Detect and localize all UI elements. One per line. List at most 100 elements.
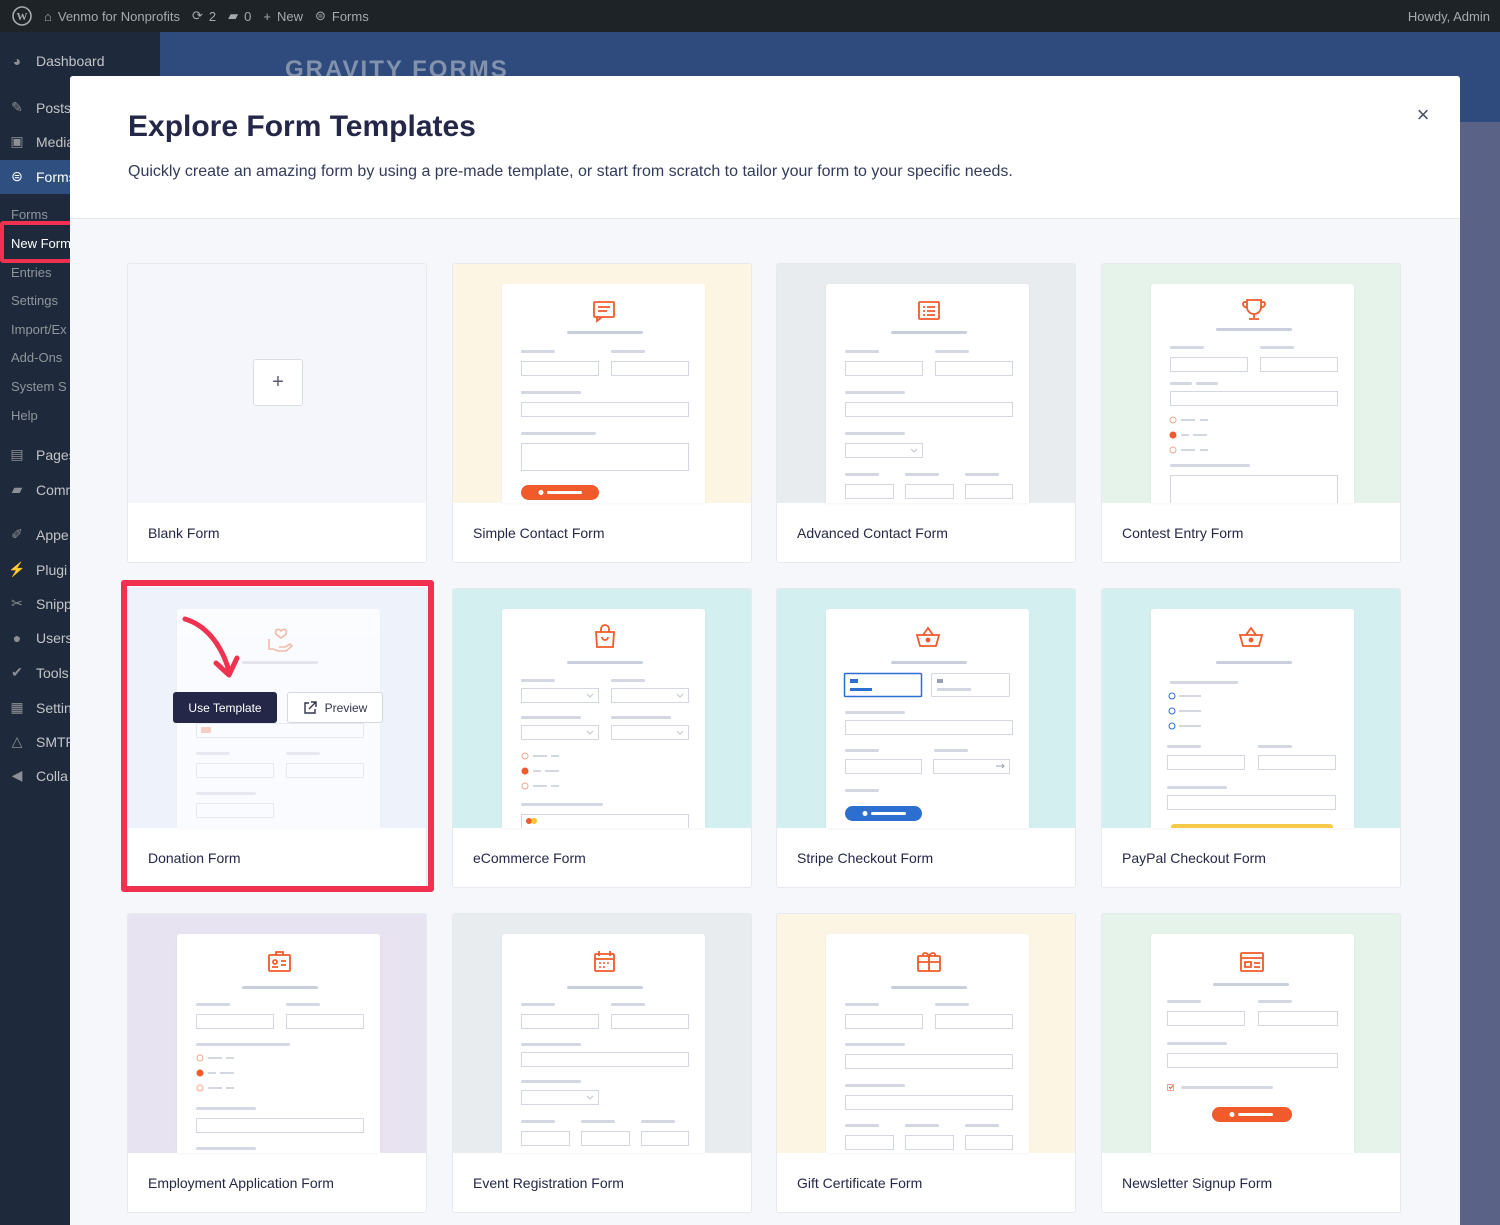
- howdy-user[interactable]: Howdy, Admin: [1408, 9, 1490, 24]
- submenu-settings[interactable]: Settings: [11, 293, 58, 308]
- template-card-event-registration[interactable]: Event Registration Form: [452, 913, 752, 1213]
- template-card-gift-certificate[interactable]: Gift Certificate Form: [776, 913, 1076, 1213]
- form-preview-sheet: [1151, 934, 1354, 1153]
- smtp-icon: △: [11, 733, 23, 749]
- submenu-entries[interactable]: Entries: [11, 265, 51, 280]
- new-label: New: [276, 8, 303, 24]
- sidebar-item-settings[interactable]: ▦ Settin: [8, 699, 71, 716]
- new-content-link[interactable]: + New: [263, 9, 303, 24]
- updates-link[interactable]: ⟳ 2: [192, 8, 216, 24]
- submenu-system-status[interactable]: System S: [11, 379, 67, 394]
- template-thumb: [1102, 264, 1400, 503]
- template-name: Gift Certificate Form: [797, 1175, 923, 1191]
- site-name: Venmo for Nonprofits: [57, 8, 180, 24]
- basket-icon: [915, 626, 941, 647]
- template-card-ecommerce[interactable]: eCommerce Form: [452, 588, 752, 888]
- basket-icon: [1238, 626, 1264, 647]
- form-preview-sheet: [1151, 284, 1354, 503]
- form-preview-sheet: [502, 609, 705, 828]
- use-template-button[interactable]: Use Template: [173, 692, 277, 723]
- comment-icon: ▰: [228, 8, 239, 23]
- form-preview-sheet: [826, 934, 1029, 1153]
- plus-icon[interactable]: +: [253, 359, 303, 406]
- sidebar-item-forms[interactable]: ⊜ Forms: [8, 168, 76, 185]
- media-icon: ▣: [10, 133, 24, 149]
- template-name: PayPal Checkout Form: [1122, 850, 1266, 866]
- template-name: eCommerce Form: [473, 850, 586, 866]
- preview-label: Preview: [324, 700, 368, 715]
- template-name: Contest Entry Form: [1122, 525, 1244, 541]
- template-card-paypal-checkout[interactable]: PayPal Checkout Form: [1101, 588, 1401, 888]
- gravity-forms-icon: ⊜: [11, 168, 23, 184]
- template-name: Event Registration Form: [473, 1175, 624, 1191]
- comments-count: 0: [244, 8, 252, 24]
- template-thumb: [777, 589, 1075, 828]
- template-thumb: [777, 264, 1075, 503]
- template-card-blank[interactable]: + Blank Form: [127, 263, 427, 563]
- modal-header: Explore Form Templates Quickly create an…: [70, 76, 1460, 219]
- template-name: Advanced Contact Form: [797, 525, 948, 541]
- sidebar-item-media[interactable]: ▣ Media: [8, 133, 74, 150]
- form-preview-sheet: [177, 934, 380, 1153]
- pages-icon: ▤: [10, 446, 24, 462]
- template-thumb: +: [128, 264, 426, 503]
- comments-link[interactable]: ▰ 0: [228, 8, 251, 24]
- sidebar-item-comments[interactable]: ▰ Comm: [8, 481, 78, 498]
- external-link-icon: [303, 700, 317, 714]
- template-thumb: [453, 589, 751, 828]
- template-card-employment[interactable]: Employment Application Form: [127, 913, 427, 1213]
- plus-icon: +: [263, 8, 271, 24]
- refresh-icon: ⟳: [191, 8, 203, 23]
- calendar-icon: [594, 951, 615, 972]
- sidebar-item-tools[interactable]: ✔ Tools: [8, 664, 69, 681]
- sidebar-item-smtp[interactable]: △ SMTP: [8, 733, 75, 750]
- submenu-import-export[interactable]: Import/Ex: [11, 322, 67, 337]
- form-preview-sheet: [826, 284, 1029, 503]
- template-card-stripe-checkout[interactable]: Stripe Checkout Form: [776, 588, 1076, 888]
- template-name: Employment Application Form: [148, 1175, 334, 1191]
- scissors-icon: ✂: [11, 595, 23, 611]
- collapse-icon: ◀: [11, 767, 23, 783]
- template-card-newsletter-signup[interactable]: Newsletter Signup Form: [1101, 913, 1401, 1213]
- sidebar-item-dashboard[interactable]: ◕ Dashboard: [8, 53, 105, 69]
- submenu-add-ons[interactable]: Add-Ons: [11, 350, 62, 365]
- forms-link[interactable]: ⊜ Forms: [315, 8, 369, 24]
- sidebar-item-snippets[interactable]: ✂ Snipp: [8, 595, 72, 612]
- wrench-icon: ✔: [11, 664, 23, 680]
- wordpress-logo-icon[interactable]: W: [12, 6, 32, 26]
- comment-icon: ▰: [11, 481, 23, 497]
- shopping-bag-icon: [595, 624, 615, 648]
- sidebar-item-posts[interactable]: ✎ Posts: [8, 99, 71, 116]
- brush-icon: ✐: [11, 526, 23, 542]
- sidebar-item-users[interactable]: ● Users: [8, 630, 73, 646]
- template-card-simple-contact[interactable]: Simple Contact Form: [452, 263, 752, 563]
- form-preview-sheet: [502, 284, 705, 503]
- sidebar-item-plugins[interactable]: ⚡ Plugi: [8, 561, 67, 578]
- close-button[interactable]: ×: [1408, 100, 1438, 130]
- submenu-help[interactable]: Help: [11, 408, 38, 423]
- modal-title: Explore Form Templates: [128, 110, 476, 143]
- trophy-icon: [1242, 299, 1266, 320]
- sidebar-item-collapse[interactable]: ◀ Colla: [8, 767, 68, 784]
- home-icon: ⌂: [44, 8, 52, 24]
- form-preview-sheet: [502, 934, 705, 1153]
- template-thumb: [128, 914, 426, 1153]
- template-card-advanced-contact[interactable]: Advanced Contact Form: [776, 263, 1076, 563]
- template-thumb: [777, 914, 1075, 1153]
- sidebar-item-pages[interactable]: ▤ Pages: [8, 446, 75, 463]
- form-preview-sheet: [826, 609, 1029, 828]
- svg-text:W: W: [17, 11, 28, 23]
- preview-button[interactable]: Preview: [287, 692, 383, 723]
- sidebar-item-appearance[interactable]: ✐ Appe: [8, 526, 69, 543]
- forms-label: Forms: [331, 8, 369, 24]
- id-badge-icon: [268, 951, 291, 972]
- gravity-forms-icon: ⊜: [314, 8, 326, 23]
- user-icon: ●: [12, 630, 22, 646]
- submenu-forms[interactable]: Forms: [11, 207, 48, 222]
- template-name: Stripe Checkout Form: [797, 850, 934, 866]
- template-thumb: [453, 914, 751, 1153]
- site-name-link[interactable]: ⌂ Venmo for Nonprofits: [44, 9, 180, 24]
- gift-card-icon: [917, 952, 941, 972]
- annotation-arrow-icon: [182, 616, 240, 678]
- template-card-contest-entry[interactable]: Contest Entry Form: [1101, 263, 1401, 563]
